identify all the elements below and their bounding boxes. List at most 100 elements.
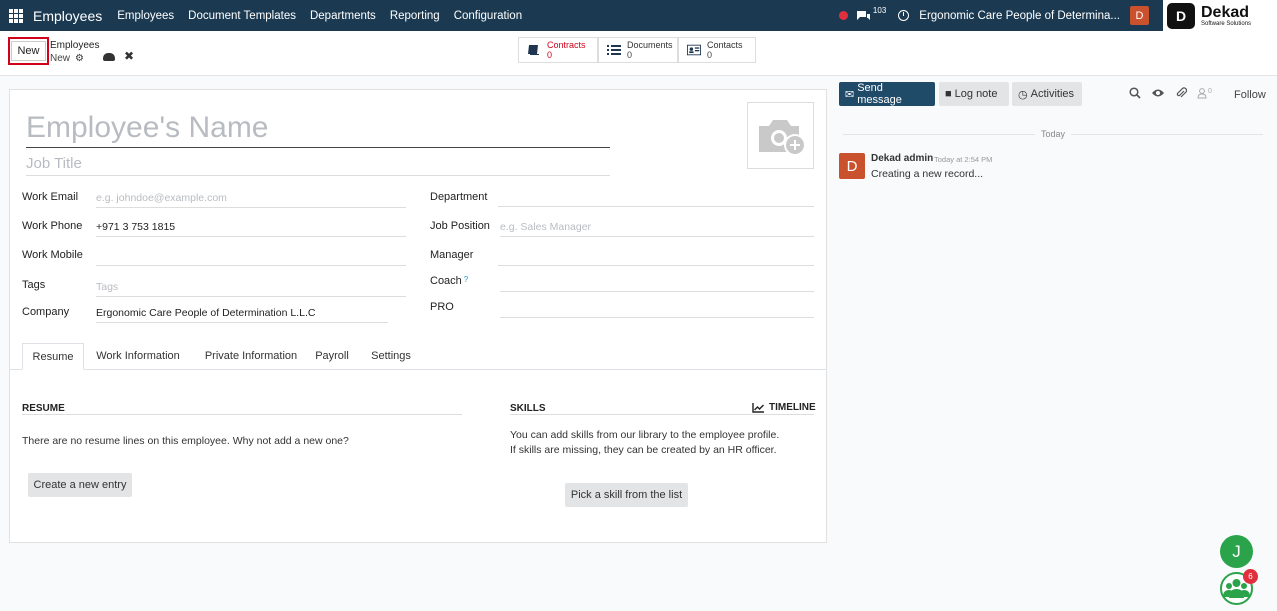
save-cloud-icon[interactable] [103, 53, 115, 61]
department-input[interactable] [498, 189, 814, 207]
menu-departments[interactable]: Departments [310, 10, 376, 22]
contacts-label: Contacts [707, 40, 743, 50]
camera-add-icon [758, 119, 806, 156]
tags-input[interactable]: Tags [96, 279, 406, 297]
date-separator: Today [1035, 129, 1072, 139]
tab-private-information[interactable]: Private Information [198, 343, 304, 370]
brand-name: Dekad [1201, 3, 1250, 21]
message-author[interactable]: Dekad admin [871, 153, 933, 164]
department-label: Department [430, 191, 488, 203]
follower-count: 0 [1208, 87, 1212, 95]
company-input[interactable]: Ergonomic Care People of Determination L… [96, 305, 388, 323]
work-email-label: Work Email [22, 191, 79, 203]
work-phone-input[interactable]: +971 3 753 1815 [96, 219, 406, 237]
gear-icon[interactable]: ⚙ [75, 52, 84, 65]
pro-input[interactable] [500, 300, 814, 318]
documents-count: 0 [627, 50, 633, 60]
log-note-button[interactable]: ■ Log note [939, 82, 1009, 106]
discard-close-icon[interactable]: ✖ [124, 49, 134, 63]
documents-label: Documents [627, 40, 673, 50]
send-message-button[interactable]: ✉ Send message [839, 82, 935, 106]
resume-section-title: RESUME [22, 403, 65, 414]
menu-employees[interactable]: Employees [117, 10, 174, 22]
skills-section-title: SKILLS [510, 403, 546, 414]
contracts-label: Contracts [547, 40, 586, 50]
navbar-systray: 103 Ergonomic Care People of Determina..… [838, 0, 1277, 31]
tab-payroll[interactable]: Payroll [312, 343, 352, 370]
app-name[interactable]: Employees [33, 8, 102, 24]
activities-button[interactable]: ◷ Activities [1012, 82, 1082, 106]
brand-subtitle: Software Solutions [1201, 20, 1252, 27]
note-icon: ■ [945, 88, 952, 100]
manager-input[interactable] [498, 248, 814, 266]
job-position-label: Job Position [430, 220, 490, 232]
message-author-avatar[interactable]: D [839, 153, 865, 179]
job-position-input[interactable]: e.g. Sales Manager [500, 219, 814, 237]
skills-help-line2: If skills are missing, they can be creat… [510, 444, 777, 456]
new-button[interactable]: New [8, 37, 49, 65]
followers-button[interactable]: 0 [1197, 88, 1212, 99]
brand-logo-mark: D [1167, 2, 1195, 29]
chat-window-bubble[interactable]: J [1220, 535, 1253, 568]
coach-label-text: Coach [430, 275, 462, 287]
work-mobile-label: Work Mobile [22, 249, 83, 261]
tab-resume[interactable]: Resume [22, 343, 84, 370]
tags-label: Tags [22, 279, 46, 291]
control-panel: New Employees New ⚙ ✖ Contracts 0 Documen… [0, 31, 1277, 76]
coach-label: Coach? [430, 275, 468, 287]
form-sheet: Employee's Name Job Title Work Email e.g… [9, 89, 827, 543]
top-navbar: Employees Employees Document Templates D… [0, 0, 1277, 31]
pick-skill-button[interactable]: Pick a skill from the list [565, 483, 688, 507]
menu-configuration[interactable]: Configuration [454, 10, 522, 22]
create-resume-entry-button[interactable]: Create a new entry [28, 473, 132, 497]
user-icon [1197, 87, 1207, 98]
brand-logo: D Dekad Software Solutions [1163, 0, 1277, 31]
clock-icon: ◷ [1018, 88, 1028, 101]
activities-label: Activities [1030, 88, 1075, 100]
employee-photo-upload[interactable] [747, 102, 814, 169]
new-button-label: New [11, 41, 46, 61]
contacts-count: 0 [707, 50, 713, 60]
employee-name-input[interactable]: Employee's Name [26, 109, 610, 148]
send-message-label: Send message [857, 82, 902, 106]
coach-help-icon[interactable]: ? [464, 275, 468, 284]
menu-document-templates[interactable]: Document Templates [188, 10, 296, 22]
contact-card-icon [687, 44, 701, 56]
tab-work-information[interactable]: Work Information [92, 343, 184, 370]
skills-help-line1: You can add skills from our library to t… [510, 429, 780, 441]
contracts-smart-button[interactable]: Contracts 0 [518, 37, 598, 63]
resume-divider [22, 414, 462, 415]
follow-button[interactable]: Follow [1234, 89, 1266, 101]
paperclip-icon[interactable] [1175, 87, 1187, 99]
breadcrumb-parent[interactable]: Employees [50, 39, 99, 52]
work-email-input[interactable]: e.g. johndoe@example.com [96, 190, 406, 208]
timeline-label: TIMELINE [769, 402, 816, 413]
eye-icon[interactable] [1151, 88, 1165, 98]
notebook-tabs: Resume Work Information Private Informat… [10, 343, 826, 370]
skills-divider [510, 414, 814, 415]
chatter-tools: 0 [1129, 87, 1212, 99]
tab-settings[interactable]: Settings [366, 343, 416, 370]
coach-input[interactable] [500, 274, 814, 292]
message-body: Creating a new record... [871, 168, 984, 180]
user-avatar[interactable]: D [1130, 6, 1149, 25]
job-title-input[interactable]: Job Title [26, 154, 610, 176]
documents-smart-button[interactable]: Documents 0 [598, 37, 678, 63]
status-dot-icon[interactable] [838, 11, 848, 20]
apps-grid-icon[interactable] [9, 8, 23, 23]
chat-count-badge: 103 [872, 6, 887, 15]
book-icon [528, 45, 539, 55]
menu-reporting[interactable]: Reporting [390, 10, 440, 22]
search-icon[interactable] [1129, 87, 1141, 99]
message-time: Today at 2:54 PM [934, 155, 993, 164]
contacts-smart-button[interactable]: Contacts 0 [678, 37, 756, 63]
company-switcher[interactable]: Ergonomic Care People of Determina... [919, 10, 1120, 22]
breadcrumb: Employees New ⚙ [50, 39, 99, 65]
chat-icon[interactable] [856, 10, 871, 22]
log-note-label: Log note [954, 88, 998, 100]
resume-empty-text: There are no resume lines on this employ… [22, 435, 349, 447]
activity-clock-icon[interactable] [898, 10, 910, 21]
work-mobile-input[interactable] [96, 248, 406, 266]
company-label: Company [22, 306, 70, 318]
timeline-button[interactable]: TIMELINE [752, 402, 816, 413]
